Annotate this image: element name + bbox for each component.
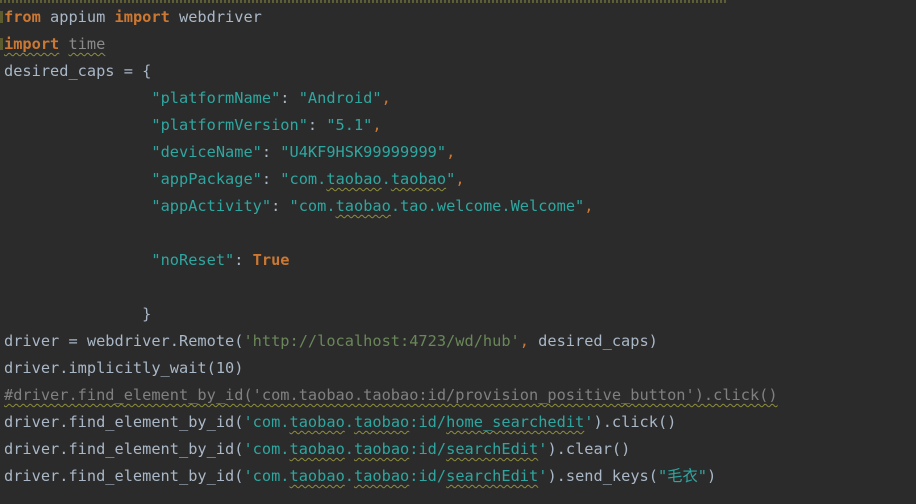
- code-token: "5.1": [326, 116, 373, 134]
- code-token: "Android": [298, 89, 382, 107]
- code-token: "com.: [280, 170, 327, 188]
- code-token: webdriver: [169, 8, 262, 26]
- code-token: ,: [381, 89, 391, 107]
- code-token: :id/: [409, 413, 447, 431]
- code-token: :: [280, 89, 299, 107]
- code-token: desired_caps): [538, 332, 658, 350]
- code-token: :: [261, 170, 281, 188]
- code-token: 'http://localhost:4723/wd/hub': [243, 332, 520, 350]
- code-token: "com.: [289, 197, 336, 215]
- code-line[interactable]: driver = webdriver.Remote('http://localh…: [4, 329, 658, 353]
- code-token: desired_caps = {: [4, 62, 152, 80]
- code-token: 'com.: [243, 440, 290, 458]
- code-token: home_searchedit: [446, 413, 585, 431]
- code-token: :id/: [409, 467, 447, 485]
- code-token: #driver.find_element_by_id('com.taobao.t…: [4, 386, 778, 404]
- code-line[interactable]: "appActivity": "com.taobao.tao.welcome.W…: [4, 194, 593, 218]
- code-token: searchEdit: [446, 467, 539, 485]
- code-token: import: [4, 35, 60, 53]
- code-editor[interactable]: from appium import webdriver import time d…: [0, 0, 916, 504]
- code-token: taobao: [354, 467, 410, 485]
- code-token: "platformName": [151, 89, 281, 107]
- code-token: "platformVersion": [151, 116, 308, 134]
- code-line[interactable]: "platformName": "Android",: [4, 86, 391, 110]
- code-line[interactable]: "noReset": True: [4, 248, 290, 272]
- code-token: :: [307, 116, 327, 134]
- gutter-marker: [0, 11, 3, 23]
- code-token: "毛衣": [657, 467, 707, 485]
- code-token: "appPackage": [151, 170, 262, 188]
- code-line[interactable]: driver.find_element_by_id('com.taobao.ta…: [4, 464, 716, 488]
- code-token: .: [381, 170, 391, 188]
- warning-underline: [0, 0, 726, 3]
- code-line[interactable]: "appPackage": "com.taobao.taobao",: [4, 167, 465, 191]
- code-token: ,: [372, 116, 382, 134]
- code-token: taobao: [354, 413, 410, 431]
- code-token: "appActivity": [151, 197, 272, 215]
- code-token: ): [706, 467, 717, 485]
- code-token: driver.find_element_by_id(: [4, 467, 244, 485]
- code-token: "noReset": [151, 251, 235, 269]
- code-line[interactable]: "platformVersion": "5.1",: [4, 113, 382, 137]
- code-token: searchEdit: [446, 440, 539, 458]
- code-token: 'com.: [243, 413, 290, 431]
- code-token: ).send_keys(: [547, 467, 658, 485]
- code-line[interactable]: "deviceName": "U4KF9HSK99999999",: [4, 140, 455, 164]
- code-token: taobao: [289, 440, 345, 458]
- code-token: taobao: [335, 197, 391, 215]
- code-token: taobao: [289, 467, 345, 485]
- code-token: .: [344, 413, 354, 431]
- code-token: 'com.: [243, 467, 290, 485]
- code-line[interactable]: driver.find_element_by_id('com.taobao.ta…: [4, 410, 676, 434]
- code-line[interactable]: }: [4, 302, 151, 326]
- code-line[interactable]: driver.implicitly_wait(10): [4, 356, 243, 380]
- code-token: appium: [40, 8, 115, 26]
- code-token: driver.find_element_by_id(: [4, 413, 244, 431]
- code-token: driver.find_element_by_id(: [4, 440, 244, 458]
- code-token: driver = webdriver.Remote(: [4, 332, 244, 350]
- code-line[interactable]: import time: [4, 32, 105, 56]
- code-token: "U4KF9HSK99999999": [280, 143, 447, 161]
- code-token: .: [344, 467, 354, 485]
- code-token: "deviceName": [151, 143, 262, 161]
- code-token: import: [114, 8, 170, 26]
- code-token: ,: [446, 143, 456, 161]
- code-token: ).click(): [593, 413, 677, 431]
- code-token: True: [252, 251, 290, 269]
- code-token: ,: [584, 197, 594, 215]
- code-token: taobao: [289, 413, 345, 431]
- code-line[interactable]: from appium import webdriver: [4, 5, 262, 29]
- code-token: }: [4, 305, 152, 323]
- code-token: :: [261, 143, 281, 161]
- code-line[interactable]: desired_caps = {: [4, 59, 151, 83]
- code-token: from: [4, 8, 41, 26]
- code-token: taobao: [354, 440, 410, 458]
- code-token: driver.implicitly_wait(10): [4, 359, 244, 377]
- code-token: .: [344, 440, 354, 458]
- code-token: ,: [455, 170, 465, 188]
- gutter-marker: [0, 38, 3, 50]
- code-token: taobao: [390, 170, 447, 188]
- code-token: ).clear(): [547, 440, 631, 458]
- code-token: time: [68, 35, 106, 53]
- code-token: .tao.welcome.Welcome": [390, 197, 585, 215]
- code-line[interactable]: #driver.find_element_by_id('com.taobao.t…: [4, 383, 778, 407]
- code-line[interactable]: driver.find_element_by_id('com.taobao.ta…: [4, 437, 630, 461]
- code-token: ": [446, 170, 456, 188]
- code-token: ,: [519, 332, 539, 350]
- code-token: :: [234, 251, 253, 269]
- code-token: taobao: [326, 170, 382, 188]
- code-token: :id/: [409, 440, 447, 458]
- code-token: :: [271, 197, 290, 215]
